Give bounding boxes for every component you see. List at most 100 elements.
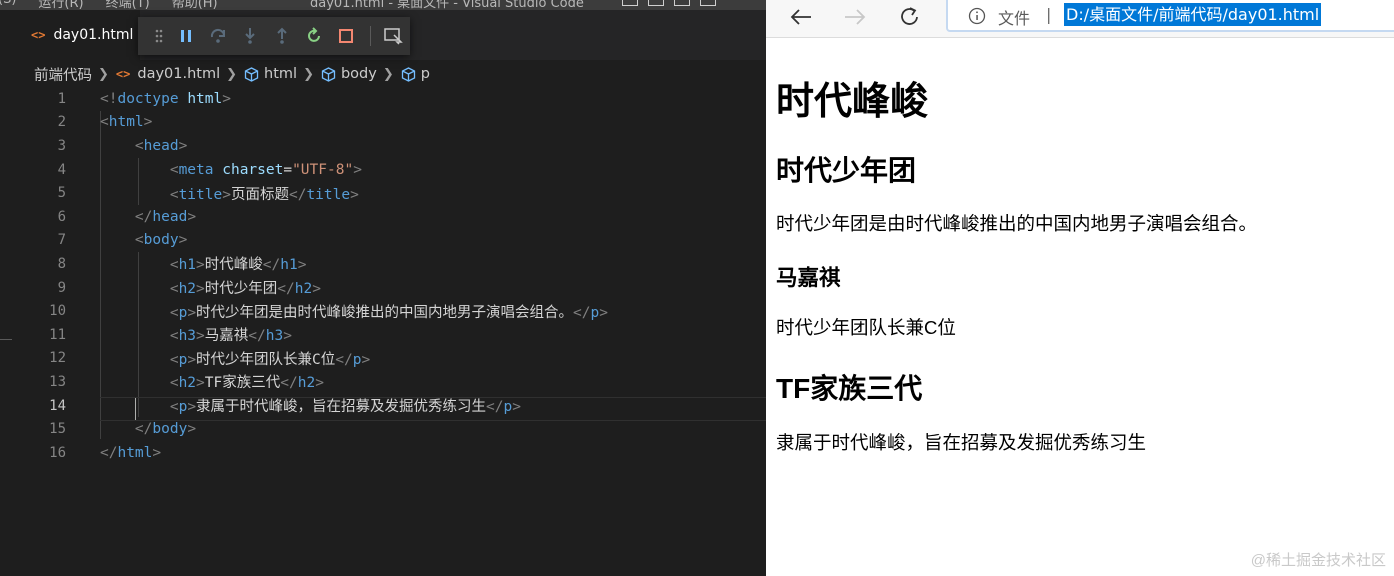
code-line[interactable]: 4 <meta charset="UTF-8"> xyxy=(0,158,766,182)
line-number: 1 xyxy=(57,90,66,107)
step-over-icon[interactable] xyxy=(202,17,234,55)
code-token: p xyxy=(178,399,188,416)
code-token: </ xyxy=(335,351,353,368)
code-token: 时代少年团是由时代峰峻推出的中国内地男子演唱会组合。 xyxy=(196,304,574,321)
code-token: 隶属于时代峰峻，旨在招募及发掘优秀练习生 xyxy=(196,399,487,416)
back-arrow-icon[interactable] xyxy=(786,4,816,30)
tab-day01-html[interactable]: <> day01.html xyxy=(0,10,140,60)
code-token: < xyxy=(169,281,179,298)
code-token: 页面标题 xyxy=(230,186,289,203)
layout-split-icon[interactable] xyxy=(674,0,690,6)
code-token: < xyxy=(169,257,179,274)
code-token: < xyxy=(100,114,109,131)
step-into-icon[interactable] xyxy=(234,17,266,55)
symbol-cube-icon xyxy=(321,66,336,82)
page-heading-h2: 时代少年团 xyxy=(776,155,917,186)
menu-bar: (S) 运行(R) 终端(T) 帮助(H) xyxy=(0,0,218,10)
stop-icon[interactable] xyxy=(330,17,362,55)
code-token: </ xyxy=(134,208,153,225)
code-text: <p>隶属于时代峰峻，旨在招募及发掘优秀练习生</p> xyxy=(100,395,521,416)
code-line[interactable]: 5 <title>页面标题</title> xyxy=(0,181,766,205)
browser-toolbar: 文件 | D:/桌面文件/前端代码/day01.html xyxy=(766,0,1394,38)
code-line[interactable]: 14 <p>隶属于时代峰峻，旨在招募及发掘优秀练习生</p> xyxy=(0,394,766,418)
code-token: > xyxy=(178,137,188,154)
step-out-icon[interactable] xyxy=(266,17,298,55)
code-line[interactable]: 13 <h2>TF家族三代</h2> xyxy=(0,370,766,394)
menu-item-help[interactable]: 帮助(H) xyxy=(172,0,218,10)
code-line[interactable]: 15 </body> xyxy=(0,417,766,441)
code-token: > xyxy=(196,281,205,298)
address-bar[interactable]: 文件 | D:/桌面文件/前端代码/day01.html xyxy=(946,0,1394,32)
line-number: 12 xyxy=(49,350,66,367)
layout-grid-icon[interactable] xyxy=(700,0,716,6)
page-heading-h2: TF家族三代 xyxy=(776,373,923,404)
code-token: h3 xyxy=(178,328,197,345)
pause-icon[interactable] xyxy=(170,17,202,55)
code-line[interactable]: 12 <p>时代少年团队长兼C位</p> xyxy=(0,347,766,371)
breadcrumb-folder[interactable]: 前端代码 xyxy=(34,64,92,85)
code-token: html xyxy=(108,114,144,131)
layout-panel-icon[interactable] xyxy=(648,0,664,6)
code-token: charset xyxy=(222,161,284,178)
restart-icon[interactable] xyxy=(298,17,330,55)
url-text[interactable]: D:/桌面文件/前端代码/day01.html xyxy=(1064,3,1322,26)
code-token: > xyxy=(196,257,205,274)
code-line[interactable]: 10 <p>时代少年团是由时代峰峻推出的中国内地男子演唱会组合。</p> xyxy=(0,299,766,323)
code-line[interactable]: 3 <head> xyxy=(0,134,766,158)
menu-item-terminal[interactable]: 终端(T) xyxy=(106,0,150,10)
menu-item-run[interactable]: 运行(R) xyxy=(38,0,83,10)
info-icon[interactable] xyxy=(968,7,986,25)
code-token: < xyxy=(134,137,144,154)
code-text: <h3>马嘉祺</h3> xyxy=(100,324,292,345)
code-text: <h2>TF家族三代</h2> xyxy=(100,371,324,392)
code-token: p xyxy=(590,304,600,321)
code-line[interactable]: 8 <h1>时代峰峻</h1> xyxy=(0,252,766,276)
code-token: </ xyxy=(248,328,266,345)
code-token: < xyxy=(134,232,144,249)
breadcrumb-p[interactable]: p xyxy=(421,66,430,82)
code-token: h2 xyxy=(294,281,313,298)
code-token: > xyxy=(196,328,205,345)
refresh-icon[interactable] xyxy=(895,4,925,30)
code-token: </ xyxy=(277,281,295,298)
code-token: p xyxy=(178,351,188,368)
text-cursor xyxy=(135,398,136,420)
inspect-icon[interactable] xyxy=(377,17,409,55)
code-text: <body> xyxy=(100,232,187,248)
line-number: 16 xyxy=(49,444,66,461)
code-token: h1 xyxy=(178,257,197,274)
breadcrumb-html[interactable]: html xyxy=(264,66,297,82)
code-token: < xyxy=(169,186,179,203)
code-line[interactable]: 6 </head> xyxy=(0,205,766,229)
code-token: < xyxy=(169,351,179,368)
code-line[interactable]: 7 <body> xyxy=(0,229,766,253)
code-text: <h1>时代峰峻</h1> xyxy=(100,253,307,274)
code-line[interactable]: 9 <h2>时代少年团</h2> xyxy=(0,276,766,300)
browser-window: 文件 | D:/桌面文件/前端代码/day01.html 时代峰峻 时代少年团 … xyxy=(766,0,1394,576)
code-line[interactable]: 16 </html> xyxy=(0,441,766,465)
layout-controls xyxy=(622,0,716,6)
code-token: 时代峰峻 xyxy=(204,257,263,274)
layout-toggle-icon[interactable] xyxy=(622,0,638,6)
code-token: TF家族三代 xyxy=(204,375,281,392)
code-token: > xyxy=(361,351,371,368)
code-token: doctype xyxy=(117,90,179,107)
menu-item[interactable]: (S) xyxy=(0,0,16,10)
breadcrumb-body[interactable]: body xyxy=(341,66,377,82)
code-line[interactable]: 2 <html> xyxy=(0,111,766,135)
code-editor[interactable]: 1 <!doctype html> 2 <html> 3 <head> 4 <meta c… xyxy=(0,87,766,576)
code-line[interactable]: 11 <h3>马嘉祺</h3> xyxy=(0,323,766,347)
forward-arrow-icon[interactable] xyxy=(840,4,870,30)
drag-handle-icon[interactable] xyxy=(148,17,170,55)
code-token: </ xyxy=(100,444,118,461)
code-token: > xyxy=(196,375,205,392)
code-line[interactable]: 1 <!doctype html> xyxy=(0,87,766,111)
breadcrumb-file[interactable]: day01.html xyxy=(137,66,220,82)
